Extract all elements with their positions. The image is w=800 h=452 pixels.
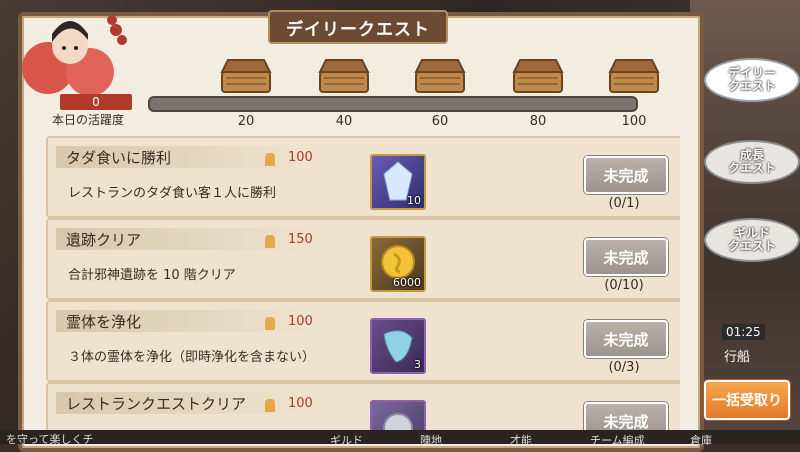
- quest-title: レストランクエストクリア: [66, 395, 247, 413]
- tab-label: 成長 クエスト: [727, 148, 776, 175]
- event-timer: 01:25: [722, 324, 765, 340]
- tab-label: デイリー クエスト: [727, 66, 776, 93]
- quest-points: 100: [288, 314, 313, 329]
- quest-description: ３体の霊体を浄化（即時浄化を含まない）: [68, 350, 316, 365]
- milestone-chest-icon[interactable]: [510, 56, 566, 96]
- tab-label: ギルド クエスト: [727, 226, 776, 253]
- quest-description: 合計邪神遺跡を 10 階クリア: [68, 268, 236, 283]
- activity-point-icon: [265, 398, 275, 412]
- gold-coin-icon[interactable]: 6000: [370, 236, 426, 292]
- mascot-icon: [22, 15, 127, 96]
- tab-guild-quest[interactable]: ギルド クエスト: [704, 218, 800, 262]
- quest-status-button[interactable]: 未完成: [584, 238, 668, 276]
- activity-score: 0: [60, 94, 132, 110]
- tab-talent[interactable]: 才能: [510, 432, 532, 448]
- quest-row: タダ食いに勝利 100 レストランのタダ食い客１人に勝利 10 未完成 (0/1…: [46, 136, 680, 218]
- chat-ticker: を守って楽しくチ: [6, 433, 94, 446]
- bottom-bar: [0, 430, 800, 444]
- quest-status-button[interactable]: 未完成: [584, 320, 668, 358]
- activity-label: 本日の活躍度: [52, 113, 125, 127]
- quest-row: レストランクエストクリア 100 未完成: [46, 382, 680, 436]
- spirit-stone-icon[interactable]: 3: [370, 318, 426, 374]
- tab-team[interactable]: チーム編成: [590, 432, 645, 448]
- quest-progress: (0/10): [604, 278, 644, 293]
- panel-title-bar: デイリークエスト: [268, 10, 448, 44]
- reward-count: 3: [414, 358, 421, 371]
- tab-storage[interactable]: 倉庫: [690, 432, 712, 448]
- quest-title: 遺跡クリア: [66, 231, 142, 249]
- reward-count: 6000: [393, 276, 421, 289]
- quest-title: 霊体を浄化: [66, 313, 142, 331]
- activity-point-icon: [265, 234, 275, 248]
- crystal-icon[interactable]: 10: [370, 154, 426, 210]
- milestone-chest-icon[interactable]: [316, 56, 372, 96]
- quest-title: タダ食いに勝利: [66, 149, 172, 167]
- milestone-chest-icon[interactable]: [218, 56, 274, 96]
- quest-points: 100: [288, 150, 313, 165]
- milestone-label: 60: [431, 114, 449, 129]
- quest-description: レストランのタダ食い客１人に勝利: [68, 186, 277, 201]
- tab-guild[interactable]: ギルド: [330, 432, 363, 448]
- milestone-label: 100: [621, 114, 647, 129]
- quest-row: 霊体を浄化 100 ３体の霊体を浄化（即時浄化を含まない） 3 未完成 (0/3…: [46, 300, 680, 382]
- quest-points: 150: [288, 232, 313, 247]
- ship-label: 行船: [724, 350, 751, 365]
- activity-point-icon: [265, 316, 275, 330]
- milestone-label: 40: [335, 114, 353, 129]
- milestone-label: 20: [237, 114, 255, 129]
- quest-progress: (0/1): [608, 196, 640, 211]
- activity-progress-bar: [148, 96, 638, 112]
- panel-title: デイリークエスト: [286, 19, 430, 40]
- claim-all-button[interactable]: 一括受取り: [704, 380, 790, 420]
- reward-count: 10: [407, 194, 421, 207]
- quest-status-button[interactable]: 未完成: [584, 156, 668, 194]
- quest-progress: (0/3): [608, 360, 640, 375]
- milestone-chest-icon[interactable]: [606, 56, 662, 96]
- quest-row: 遺跡クリア 150 合計邪神遺跡を 10 階クリア 6000 未完成 (0/10…: [46, 218, 680, 300]
- milestone-chest-icon[interactable]: [412, 56, 468, 96]
- quest-list: タダ食いに勝利 100 レストランのタダ食い客１人に勝利 10 未完成 (0/1…: [46, 136, 680, 436]
- milestone-label: 80: [529, 114, 547, 129]
- quest-points: 100: [288, 396, 313, 411]
- activity-point-icon: [265, 152, 275, 166]
- tab-territory[interactable]: 陣地: [420, 432, 442, 448]
- tab-daily-quest[interactable]: デイリー クエスト: [704, 58, 800, 102]
- tab-growth-quest[interactable]: 成長 クエスト: [704, 140, 800, 184]
